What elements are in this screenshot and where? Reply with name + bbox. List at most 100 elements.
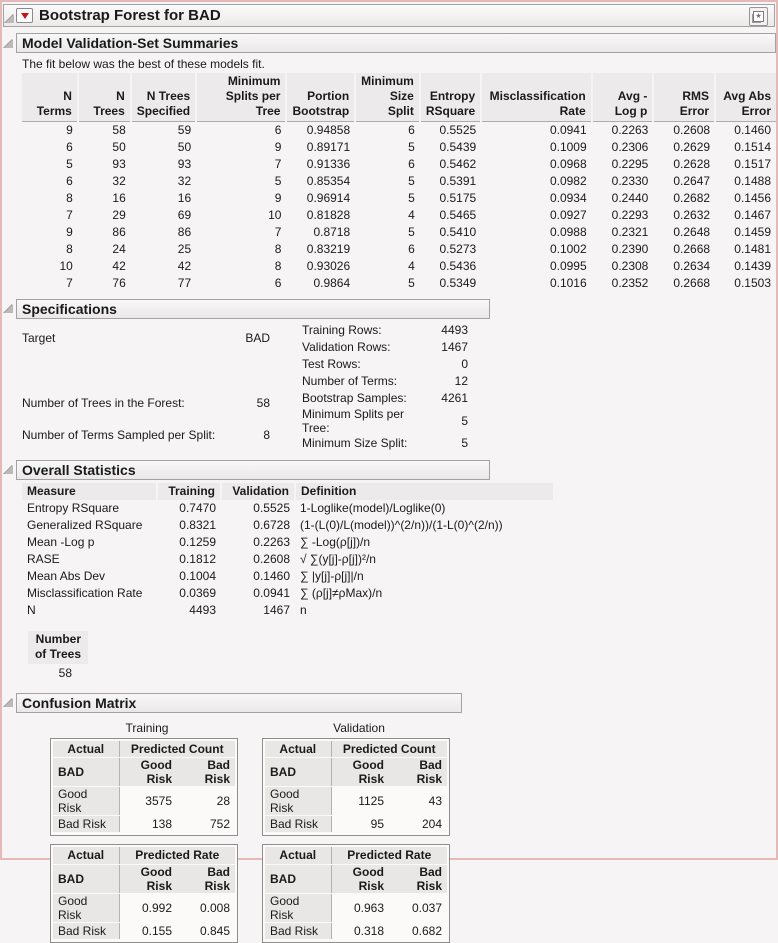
table-cell: 0.2632	[673, 208, 711, 222]
table-cell: 0.1503	[734, 276, 771, 290]
table-cell: 7	[274, 157, 282, 171]
table-cell: 0.682	[411, 923, 442, 938]
number-of-trees-table: Number of Trees 58	[28, 630, 88, 680]
table-cell: 6	[66, 174, 73, 188]
table-cell: Bad Risk	[53, 815, 120, 833]
column-header: N Terms	[22, 73, 78, 122]
table-cell: 0.93026	[306, 259, 351, 273]
table-row: 6 32 32 5 0.85354 5 0.5391 0.0982 0.2330 0.2647 0.…	[22, 173, 776, 190]
section-title-box: Confusion Matrix	[16, 692, 462, 713]
section-confusion-matrix-header[interactable]: Confusion Matrix	[4, 692, 776, 713]
report-window: Bootstrap Forest for BAD ★ Model Validat…	[0, 0, 778, 943]
table-cell: 0.2668	[673, 276, 711, 290]
disclosure-triangle-icon[interactable]	[4, 38, 13, 48]
validation-caption: Validation	[333, 720, 385, 735]
validation-count-table: Actual Predicted Count BAD Good Risk Bad…	[265, 740, 447, 833]
table-cell: 0.037	[411, 900, 442, 915]
table-row: Bad Risk 138 752	[53, 815, 235, 833]
table-cell: 6	[408, 157, 415, 171]
table-cell: 0.5349	[439, 276, 477, 290]
table-cell: 5	[408, 225, 415, 239]
table-cell: Target	[22, 330, 56, 345]
disclosure-triangle-icon[interactable]	[4, 465, 13, 474]
table-row: 8 24 25 8 0.83219 6 0.5273 0.1002 0.2390 0.2668 0.…	[22, 241, 776, 258]
table-cell: Good Risk	[265, 893, 332, 923]
table-cell: 7	[274, 225, 282, 239]
table-cell: 93	[112, 157, 126, 171]
table-cell: 0.318	[353, 923, 384, 938]
table-row: Number of Terms Sampled per Split: 8	[22, 419, 270, 452]
table-cell: 204	[421, 817, 442, 831]
table-cell: Minimum Size Split:	[302, 436, 408, 450]
table-cell: 0.0941	[549, 123, 587, 138]
response-header: BAD	[265, 757, 331, 787]
table-cell: 10	[59, 259, 73, 273]
table-cell: 5	[408, 140, 415, 154]
section-title: Confusion Matrix	[22, 694, 137, 711]
validation-rate-table: Actual Predicted Rate BAD Good Risk Bad …	[265, 847, 447, 940]
table-cell: 86	[177, 225, 192, 239]
table-cell: 0.2295	[611, 157, 649, 171]
response-header: BAD	[265, 864, 331, 894]
section-specifications-header[interactable]: Specifications	[4, 298, 776, 319]
table-header-row: N Terms N Trees N Trees Specified Minimu…	[22, 73, 776, 122]
table-cell: 0.5175	[439, 191, 477, 205]
table-cell: 752	[209, 817, 230, 831]
good-risk-header: Good Risk	[330, 757, 389, 787]
table-cell	[22, 354, 220, 387]
table-cell: ∑ |y[j]-ρ[j]|/n	[300, 569, 364, 583]
table-cell: 9	[66, 225, 73, 239]
table-cell: 9	[66, 123, 73, 138]
table-cell: 0.1259	[179, 535, 216, 549]
red-triangle-menu-button[interactable]	[16, 8, 33, 23]
table-cell: 0.6728	[253, 518, 290, 532]
table-cell: Good Risk	[53, 786, 120, 816]
table-row: Mean Abs Dev 0.1004 0.1460 ∑ |y[j]-ρ[j]|/n	[22, 568, 553, 585]
table-cell: 0.2648	[673, 225, 711, 239]
good-risk-header: Good Risk	[118, 757, 177, 787]
table-cell: 0.2647	[673, 174, 711, 188]
table-cell: √ ∑(y[j]-ρ[j])²/n	[300, 552, 376, 566]
disclosure-triangle-icon[interactable]	[4, 304, 13, 313]
table-cell: 0.2608	[253, 552, 290, 566]
disclosure-triangle-icon[interactable]	[4, 698, 13, 707]
validation-count-block: Validation Actual Predicted Count BAD Go…	[262, 720, 456, 836]
overall-statistics-table: Measure Training Validation Definition E…	[22, 482, 553, 619]
section-title-box: Overall Statistics	[16, 459, 490, 480]
table-cell: Minimum Splits per Tree:	[302, 406, 405, 435]
column-header: Portion Bootstrap	[285, 73, 356, 122]
table-cell: 0.96914	[306, 191, 351, 205]
table-cell: 59	[177, 123, 192, 138]
table-cell: 0.1460	[734, 123, 771, 138]
table-row: Bad Risk 0.155 0.845	[53, 922, 235, 940]
column-header: Minimum Splits per Tree	[195, 73, 287, 122]
table-cell: 95	[370, 817, 384, 831]
table-cell: N	[27, 603, 36, 617]
table-cell: 6	[66, 140, 73, 154]
section-title: Specifications	[22, 300, 117, 317]
disclosure-triangle-icon[interactable]	[5, 14, 14, 23]
report-title-bar[interactable]: Bootstrap Forest for BAD ★	[3, 4, 775, 27]
table-cell: 0.5391	[439, 174, 477, 188]
table-cell: Number of Terms Sampled per Split:	[22, 428, 216, 443]
response-header: BAD	[53, 864, 119, 894]
table-row: 8 16 16 9 0.96914 5 0.5175 0.0934 0.2440 0.2682 0.…	[22, 190, 776, 207]
training-count-block: Training Actual Predicted Count BAD Good…	[50, 721, 244, 836]
section-overall-statistics-header[interactable]: Overall Statistics	[4, 459, 776, 480]
table-cell: 4261	[441, 391, 468, 405]
table-row: Good Risk 0.992 0.008	[53, 893, 235, 923]
table-cell: 0.85354	[306, 174, 351, 188]
training-rate-table: Actual Predicted Rate BAD Good Risk Bad …	[53, 847, 235, 940]
predicted-count-header: Predicted Count	[118, 740, 235, 758]
journal-pin-button[interactable]: ★	[749, 7, 768, 26]
table-cell: Number of Trees in the Forest:	[22, 395, 185, 410]
table-cell: 0.2440	[611, 191, 649, 205]
table-cell: RASE	[27, 552, 60, 566]
table-cell: 0.9864	[313, 276, 351, 290]
column-header: RMS Error	[652, 73, 716, 122]
response-header: BAD	[53, 757, 119, 787]
section-summaries-header[interactable]: Model Validation-Set Summaries	[4, 33, 776, 53]
specifications-panel: Target BAD Number of Trees in the Forest: 5…	[22, 322, 776, 452]
report-title: Bootstrap Forest for BAD	[39, 7, 221, 24]
table-cell: 42	[177, 259, 192, 273]
